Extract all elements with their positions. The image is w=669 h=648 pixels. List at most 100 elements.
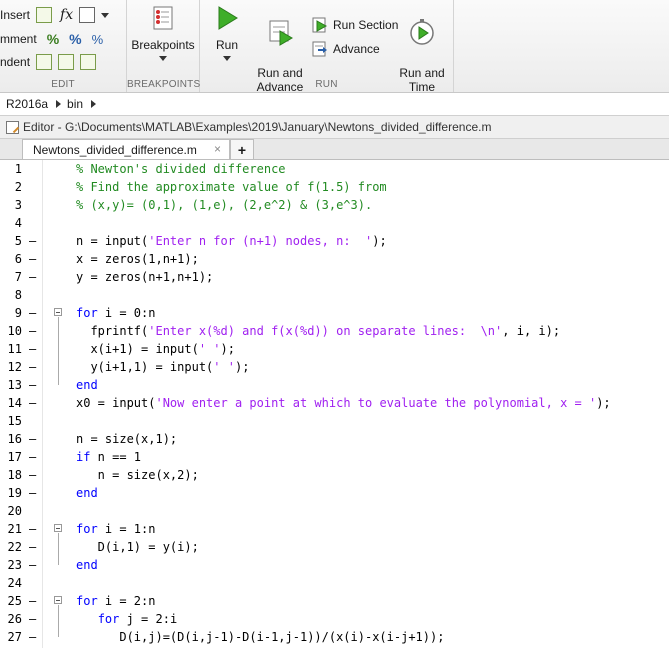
breakpoint-marker[interactable]: –: [29, 466, 36, 484]
code-line[interactable]: 24: [0, 574, 669, 592]
insert-icon[interactable]: [36, 7, 53, 23]
fold-toggle-icon[interactable]: [54, 524, 62, 532]
code-line[interactable]: 17– if n == 1: [0, 448, 669, 466]
close-icon[interactable]: ×: [214, 142, 221, 156]
breakpoint-marker[interactable]: –: [29, 268, 36, 286]
code-line[interactable]: 20: [0, 502, 669, 520]
wrap-comments-icon[interactable]: %: [92, 32, 104, 47]
breadcrumb-item-bin[interactable]: bin: [67, 97, 83, 111]
line-number: 22: [7, 540, 22, 554]
smart-indent-icon[interactable]: [36, 54, 53, 70]
code-line[interactable]: 13– end: [0, 376, 669, 394]
comment-label[interactable]: mment: [0, 32, 37, 46]
code-editor[interactable]: 1 % Newton's divided difference 2 % Find th…: [0, 160, 669, 648]
breakpoint-marker[interactable]: –: [29, 394, 36, 412]
code-line[interactable]: 16– n = size(x,1);: [0, 430, 669, 448]
line-number: 19: [7, 486, 22, 500]
line-number: 7: [14, 270, 22, 284]
breakpoint-marker[interactable]: –: [29, 610, 36, 628]
code-line[interactable]: 14– x0 = input('Now enter a point at whic…: [0, 394, 669, 412]
code-line[interactable]: 12– y(i+1,1) = input(' ');: [0, 358, 669, 376]
code-line[interactable]: 22– D(i,1) = y(i);: [0, 538, 669, 556]
breakpoint-marker[interactable]: –: [29, 322, 36, 340]
line-number: 23: [7, 558, 22, 572]
breakpoint-marker[interactable]: –: [29, 628, 36, 646]
code-line[interactable]: 9– for i = 0:n: [0, 304, 669, 322]
breadcrumb-item-r2016a[interactable]: R2016a: [6, 97, 48, 111]
editor-title: Editor - G:\Documents\MATLAB\Examples\20…: [23, 120, 492, 134]
fold-guide: [58, 533, 59, 565]
code-line[interactable]: 15: [0, 412, 669, 430]
code-text: D(i,1) = y(i);: [76, 540, 199, 554]
code-line[interactable]: 21– for i = 1:n: [0, 520, 669, 538]
line-number: 13: [7, 378, 22, 392]
insert-label[interactable]: Insert: [0, 8, 30, 22]
code-line[interactable]: 1 % Newton's divided difference: [0, 160, 669, 178]
code-text: for i = 2:n: [76, 594, 156, 608]
chevron-right-icon[interactable]: [56, 100, 62, 108]
line-number: 17: [7, 450, 22, 464]
code-line[interactable]: 2 % Find the approximate value of f(1.5) …: [0, 178, 669, 196]
advance-button[interactable]: Advance: [312, 40, 380, 58]
function-icon[interactable]: [79, 7, 96, 23]
code-line[interactable]: 5– n = input('Enter n for (n+1) nodes, n:…: [0, 232, 669, 250]
breakpoints-group: Breakpoints BREAKPOINTS: [127, 0, 200, 92]
code-line[interactable]: 23– end: [0, 556, 669, 574]
run-section-button[interactable]: Run Section: [312, 16, 398, 34]
breakpoints-button[interactable]: Breakpoints: [127, 4, 199, 61]
code-line[interactable]: 7– y = zeros(n+1,n+1);: [0, 268, 669, 286]
code-line[interactable]: 3 % (x,y)= (0,1), (1,e), (2,e^2) & (3,e^3…: [0, 196, 669, 214]
fx-icon[interactable]: fx: [60, 7, 73, 23]
code-text: x = zeros(1,n+1);: [76, 252, 199, 266]
new-tab-button[interactable]: +: [230, 139, 254, 159]
tab-newtons-divided-difference[interactable]: Newtons_divided_difference.m ×: [22, 139, 230, 159]
breakpoint-marker[interactable]: –: [29, 484, 36, 502]
code-line[interactable]: 27– D(i,j)=(D(i,j-1)-D(i-1,j-1))/(x(i)-x…: [0, 628, 669, 646]
decrease-indent-icon[interactable]: [80, 54, 97, 70]
line-number: 14: [7, 396, 22, 410]
breakpoint-marker[interactable]: –: [29, 520, 36, 538]
code-line[interactable]: 25– for i = 2:n: [0, 592, 669, 610]
code-line[interactable]: 18– n = size(x,2);: [0, 466, 669, 484]
breakpoint-marker[interactable]: –: [29, 250, 36, 268]
line-number: 16: [7, 432, 22, 446]
increase-indent-icon[interactable]: [58, 54, 75, 70]
code-text: for j = 2:i: [97, 612, 178, 626]
run-button[interactable]: Run: [202, 4, 252, 61]
breakpoint-marker[interactable]: –: [29, 592, 36, 610]
uncomment-icon[interactable]: %: [69, 31, 81, 47]
chevron-right-icon[interactable]: [91, 100, 97, 108]
fold-toggle-icon[interactable]: [54, 308, 62, 316]
code-text: y(i+1,1) = input(' ');: [76, 360, 250, 374]
breakpoint-marker[interactable]: –: [29, 430, 36, 448]
breakpoint-marker[interactable]: –: [29, 538, 36, 556]
toolstrip: Insert fx mment % % % ndent EDIT Breakpo…: [0, 0, 669, 94]
comment-icon[interactable]: %: [47, 31, 59, 47]
code-line[interactable]: 19– end: [0, 484, 669, 502]
code-line[interactable]: 10– fprintf('Enter x(%d) and f(x(%d)) on…: [0, 322, 669, 340]
line-number: 6: [14, 252, 22, 266]
chevron-down-icon[interactable]: [101, 12, 110, 18]
line-number: 4: [14, 216, 22, 230]
breakpoint-marker[interactable]: –: [29, 376, 36, 394]
breakpoint-marker[interactable]: –: [29, 304, 36, 322]
indent-label[interactable]: ndent: [0, 55, 30, 69]
code-text: % Newton's divided difference: [76, 162, 286, 176]
code-text: x0 = input('Now enter a point at which t…: [76, 396, 611, 410]
code-line[interactable]: 11– x(i+1) = input(' ');: [0, 340, 669, 358]
fold-toggle-icon[interactable]: [54, 596, 62, 604]
line-number: 11: [7, 342, 22, 356]
breakpoint-marker[interactable]: –: [29, 232, 36, 250]
breakpoint-marker[interactable]: –: [29, 358, 36, 376]
breakpoint-marker[interactable]: –: [29, 448, 36, 466]
code-line[interactable]: 26– for j = 2:i: [0, 610, 669, 628]
line-number: 9: [14, 306, 22, 320]
code-line[interactable]: 4: [0, 214, 669, 232]
code-line[interactable]: 6– x = zeros(1,n+1);: [0, 250, 669, 268]
fold-guide: [58, 605, 59, 637]
code-line[interactable]: 8: [0, 286, 669, 304]
play-icon: [218, 6, 238, 30]
run-and-time-icon: [410, 19, 434, 45]
breakpoint-marker[interactable]: –: [29, 556, 36, 574]
breakpoint-marker[interactable]: –: [29, 340, 36, 358]
